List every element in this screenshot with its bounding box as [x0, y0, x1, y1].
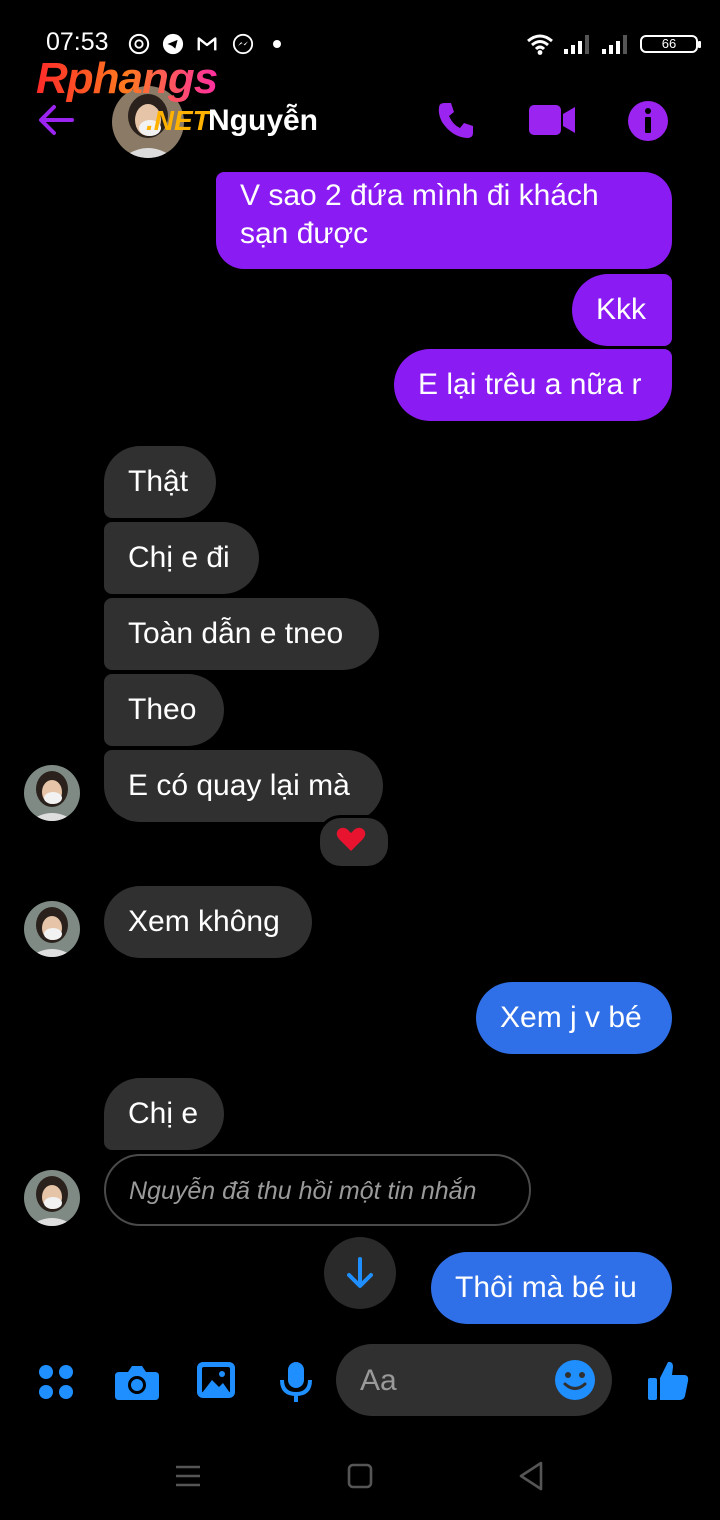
gallery-icon[interactable] — [195, 1360, 237, 1400]
message-bubble-sent[interactable]: E lại trêu a nữa r — [394, 349, 672, 421]
message-text: Theo — [128, 693, 197, 726]
arrow-down-icon — [347, 1257, 373, 1288]
camera-icon[interactable] — [114, 1362, 160, 1402]
status-time: 07:53 — [46, 28, 109, 56]
sender-avatar[interactable] — [24, 901, 80, 957]
microphone-icon[interactable] — [278, 1360, 314, 1404]
thumbs-up-icon[interactable] — [646, 1358, 690, 1402]
message-bubble-received[interactable]: Chị e — [104, 1078, 224, 1150]
message-bubble-received[interactable]: Theo — [104, 674, 224, 746]
back-arrow-icon[interactable] — [36, 102, 76, 138]
messenger-icon — [232, 33, 254, 55]
contact-name[interactable]: Nguyễn — [208, 104, 318, 138]
message-text: sạn được — [240, 217, 369, 250]
message-text: E có quay lại mà — [128, 769, 350, 802]
unsent-message-notice: Nguyễn đã thu hồi một tin nhắn — [104, 1154, 531, 1226]
signal-icon — [564, 35, 589, 54]
emoji-icon[interactable] — [554, 1359, 596, 1401]
back-nav-icon[interactable] — [517, 1460, 545, 1492]
chrome-icon — [128, 33, 150, 55]
sender-avatar[interactable] — [24, 765, 80, 821]
signal-icon — [602, 35, 627, 54]
more-apps-icon[interactable] — [36, 1362, 76, 1402]
message-text: Thật — [128, 465, 189, 498]
home-icon[interactable] — [346, 1462, 374, 1490]
wifi-icon — [527, 34, 553, 55]
telegram-icon — [162, 33, 184, 55]
message-bubble-sent[interactable]: Kkk — [572, 274, 672, 346]
message-bubble-sent[interactable]: Thôi mà bé iu — [431, 1252, 672, 1324]
sender-avatar[interactable] — [24, 1170, 80, 1226]
gmail-icon — [196, 33, 218, 55]
info-icon[interactable] — [627, 100, 669, 142]
message-text: Chị e đi — [128, 541, 230, 574]
message-bubble-received[interactable]: E có quay lại mà — [104, 750, 383, 822]
unsent-message-text: Nguyễn đã thu hồi một tin nhắn — [129, 1177, 477, 1205]
message-text: Kkk — [596, 293, 647, 326]
message-text: Xem j v bé — [500, 1001, 642, 1034]
video-call-icon[interactable] — [528, 102, 576, 138]
message-input-placeholder: Aa — [360, 1364, 397, 1397]
message-bubble-sent[interactable]: Xem j v bé — [476, 982, 672, 1054]
message-text: Toàn dẫn e tneo — [128, 617, 344, 650]
message-bubble-received[interactable]: Chị e đi — [104, 522, 259, 594]
message-text: E lại trêu a nữa r — [418, 368, 642, 401]
scroll-to-bottom-button[interactable] — [324, 1237, 396, 1309]
watermark-suffix: .NET — [146, 105, 210, 136]
message-input[interactable]: Aa — [336, 1344, 612, 1416]
recent-apps-icon[interactable] — [174, 1462, 202, 1490]
heart-icon — [336, 827, 366, 851]
watermark-logo: Rphangs — [36, 54, 218, 103]
message-bubble-received[interactable]: Xem không — [104, 886, 312, 958]
battery-icon: 66 — [640, 35, 701, 53]
message-bubble-received[interactable]: Thật — [104, 446, 216, 518]
message-bubble-received[interactable]: Toàn dẫn e tneo — [104, 598, 379, 670]
message-text: Chị e — [128, 1097, 199, 1130]
notification-dot-icon — [273, 40, 281, 48]
phone-call-icon[interactable] — [436, 100, 476, 140]
reaction-badge[interactable] — [317, 815, 391, 869]
message-text: V sao 2 đứa mình đi khách — [240, 179, 599, 212]
message-text: Thôi mà bé iu — [455, 1271, 637, 1304]
message-text: Xem không — [128, 905, 280, 938]
message-bubble-sent[interactable]: V sao 2 đứa mình đi khách sạn được — [216, 172, 672, 269]
